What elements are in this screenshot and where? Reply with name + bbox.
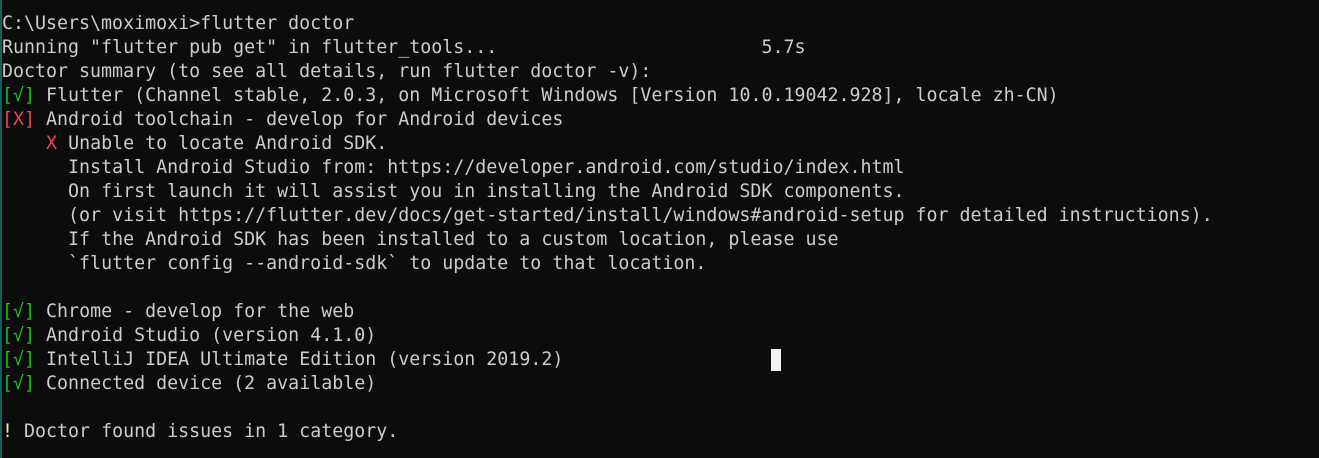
terminal-window[interactable]: C:\Users\moximoxi>flutter doctor Running…: [0, 0, 1319, 458]
check-flutter: [√] Flutter (Channel stable, 2.0.3, on M…: [2, 84, 1319, 108]
check-chrome: [√] Chrome - develop for the web: [2, 300, 1319, 324]
check-label: Android toolchain - develop for Android …: [46, 109, 564, 130]
android-error-detail: (or visit https://flutter.dev/docs/get-s…: [2, 204, 1319, 228]
android-error-title: X Unable to locate Android SDK.: [2, 132, 1319, 156]
command-line: C:\Users\moximoxi>flutter doctor: [2, 12, 1319, 36]
check-mark-ok: [√]: [2, 85, 36, 106]
check-mark-error: [X]: [2, 109, 36, 130]
check-android-toolchain: [X] Android toolchain - develop for Andr…: [2, 108, 1319, 132]
android-error-detail: On first launch it will assist you in in…: [2, 180, 1319, 204]
pub-get-time: 5.7s: [761, 37, 806, 58]
issues-text: Doctor found issues in 1 category.: [24, 421, 399, 442]
summary-line: Doctor summary (to see all details, run …: [2, 61, 652, 82]
check-mark-ok: [√]: [2, 325, 36, 346]
error-title-text: Unable to locate Android SDK.: [68, 133, 388, 154]
check-intellij: [√] IntelliJ IDEA Ultimate Edition (vers…: [2, 348, 1319, 372]
check-label: IntelliJ IDEA Ultimate Edition (version …: [46, 349, 564, 370]
detail-text: (or visit https://flutter.dev/docs/get-s…: [68, 205, 1213, 226]
text-cursor: [771, 349, 781, 371]
prompt: C:\Users\moximoxi>: [2, 13, 201, 34]
check-connected-device: [√] Connected device (2 available): [2, 372, 1319, 396]
check-android-studio: [√] Android Studio (version 4.1.0): [2, 324, 1319, 348]
check-mark-ok: [√]: [2, 301, 36, 322]
check-mark-ok: [√]: [2, 349, 36, 370]
error-x-icon: X: [46, 133, 58, 154]
detail-text: On first launch it will assist you in in…: [68, 181, 905, 202]
android-error-detail: Install Android Studio from: https://dev…: [2, 156, 1319, 180]
android-error-detail: `flutter config --android-sdk` to update…: [2, 252, 1319, 276]
check-mark-ok: [√]: [2, 373, 36, 394]
detail-text: Install Android Studio from: https://dev…: [68, 157, 905, 178]
command-text: flutter doctor: [200, 13, 355, 34]
detail-text: `flutter config --android-sdk` to update…: [68, 253, 707, 274]
issues-line: ! Doctor found issues in 1 category.: [2, 420, 1319, 444]
pub-get-line: Running "flutter pub get" in flutter_too…: [2, 36, 1319, 60]
check-label: Chrome - develop for the web: [46, 301, 355, 322]
pub-get-text: Running "flutter pub get" in flutter_too…: [2, 37, 498, 58]
check-label: Flutter (Channel stable, 2.0.3, on Micro…: [46, 85, 1059, 106]
android-error-detail: If the Android SDK has been installed to…: [2, 228, 1319, 252]
warning-icon: !: [2, 421, 14, 442]
check-label: Connected device (2 available): [46, 373, 377, 394]
detail-text: If the Android SDK has been installed to…: [68, 229, 839, 250]
window-left-border: [0, 0, 2, 458]
check-label: Android Studio (version 4.1.0): [46, 325, 377, 346]
